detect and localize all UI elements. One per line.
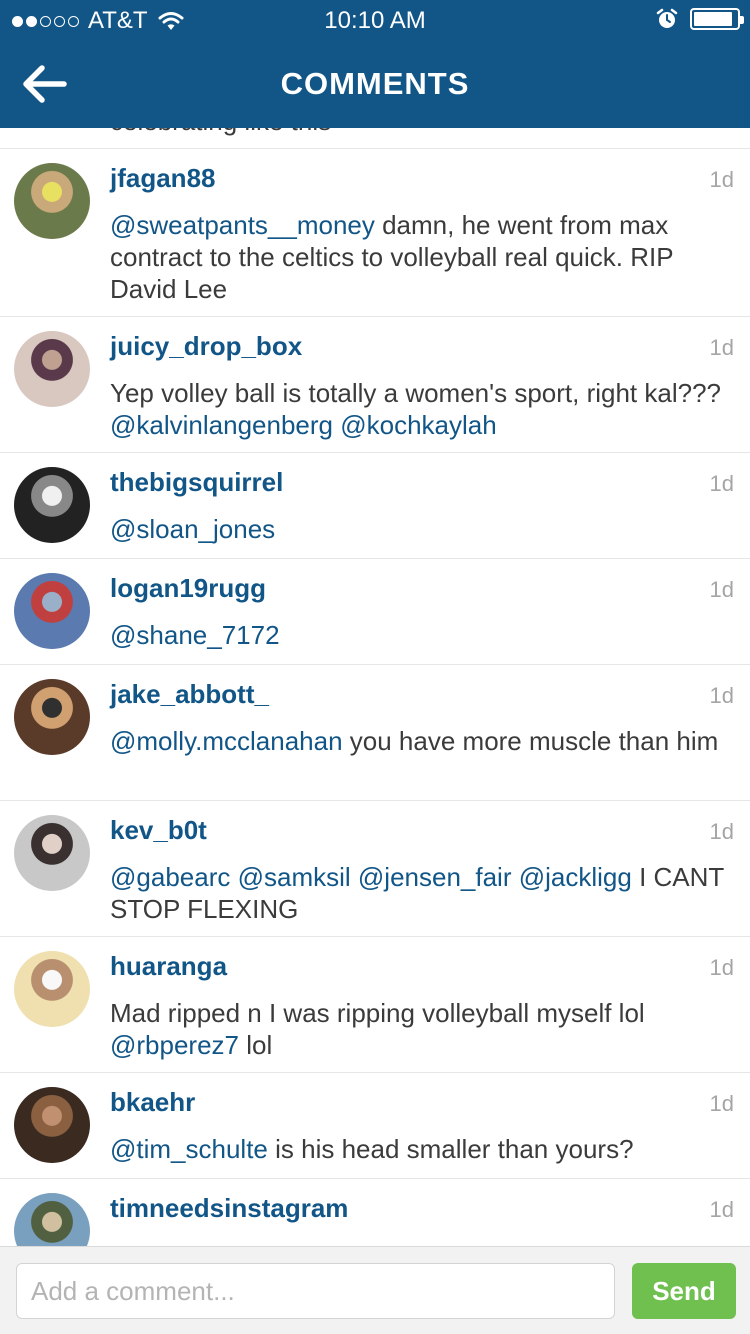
comment-username[interactable]: jfagan88 <box>110 163 216 194</box>
comment-row[interactable]: jfagan88 1d @sweatpants__money damn, he we… <box>0 148 750 316</box>
comment-row[interactable]: thebigsquirrel 1d @sloan_jones <box>0 452 750 558</box>
comment-text-segment: Yep volley ball is totally a women's spo… <box>110 378 721 408</box>
comment-text: Yep volley ball is totally a women's spo… <box>110 377 735 441</box>
comment-timestamp: 1d <box>709 819 734 844</box>
comment-username[interactable]: huaranga <box>110 951 227 982</box>
comment-row[interactable]: kev_b0t 1d @gabearc @samksil @jensen_fair … <box>0 800 750 936</box>
comment-row[interactable]: huaranga 1d Mad ripped n I was ripping vol… <box>0 936 750 1072</box>
mention-link[interactable]: @kalvinlangenberg <box>110 410 333 440</box>
mention-link[interactable]: @molly.mcclanahan <box>110 726 343 756</box>
mention-link[interactable]: @shane_7172 <box>110 620 280 650</box>
mention-link[interactable]: @gabearc <box>110 862 230 892</box>
avatar[interactable] <box>14 573 90 649</box>
status-bar: AT&T 10:10 AM <box>0 0 750 40</box>
comment-text-segment: Mad ripped n I was ripping volleyball my… <box>110 998 645 1028</box>
send-button[interactable]: Send <box>632 1263 736 1319</box>
comment-text: @shane_7172 <box>110 619 735 651</box>
avatar[interactable] <box>14 1087 90 1163</box>
comment-list[interactable]: celebrating like this jfagan88 1d @sweatpa… <box>0 128 750 1246</box>
comment-text: @sloan_jones <box>110 513 735 545</box>
comment-text: @gabearc @samksil @jensen_fair @jackligg… <box>110 861 735 925</box>
comment-timestamp: 1d <box>709 1197 734 1222</box>
comment-text: @molly.mcclanahan you have more muscle t… <box>110 725 735 757</box>
comment-timestamp: 1d <box>709 955 734 980</box>
avatar[interactable] <box>14 951 90 1027</box>
comment-row[interactable]: logan19rugg 1d @shane_7172 <box>0 558 750 664</box>
comment-text: Mad ripped n I was ripping volleyball my… <box>110 997 735 1061</box>
comment-username[interactable]: kev_b0t <box>110 815 207 846</box>
battery-level <box>694 12 732 26</box>
comment-input[interactable] <box>16 1263 615 1319</box>
alarm-clock-icon <box>656 8 678 28</box>
mention-link[interactable]: @samksil <box>238 862 351 892</box>
avatar[interactable] <box>14 815 90 891</box>
comment-text-segment: lol <box>239 1030 273 1060</box>
comment-row[interactable]: bkaehr 1d @tim_schulte is his head smaller… <box>0 1072 750 1178</box>
comment-timestamp: 1d <box>709 1091 734 1116</box>
comment-timestamp: 1d <box>709 167 734 192</box>
comment-timestamp: 1d <box>709 471 734 496</box>
comment-timestamp: 1d <box>709 335 734 360</box>
page-title: COMMENTS <box>280 66 470 101</box>
mention-link[interactable]: @kochkaylah <box>340 410 496 440</box>
mention-link[interactable]: @tim_schulte <box>110 1134 268 1164</box>
comment-text-segment <box>230 862 237 892</box>
comment-username[interactable]: timneedsinstagram <box>110 1193 348 1224</box>
mention-link[interactable]: @jensen_fair <box>358 862 512 892</box>
comment-text-segment: is his head smaller than yours? <box>267 1134 634 1164</box>
comment-username[interactable]: jake_abbott_ <box>110 679 269 710</box>
comment-text-segment: you have more muscle than him <box>342 726 719 756</box>
avatar[interactable] <box>14 1193 90 1246</box>
avatar[interactable] <box>14 679 90 755</box>
comment-username[interactable]: logan19rugg <box>110 573 266 604</box>
battery-icon <box>690 8 744 30</box>
comment-username[interactable]: juicy_drop_box <box>110 331 302 362</box>
mention-link[interactable]: @rbperez7 <box>110 1030 239 1060</box>
comment-row[interactable]: jake_abbott_ 1d @molly.mcclanahan you have… <box>0 664 750 800</box>
nav-bar: COMMENTS <box>0 40 750 128</box>
status-time: 10:10 AM <box>324 7 426 34</box>
avatar[interactable] <box>14 331 90 407</box>
comment-text-segment <box>351 862 358 892</box>
top-bar: AT&T 10:10 AM COMMENTS <box>0 0 750 128</box>
comment-row[interactable]: juicy_drop_box 1d Yep volley ball is total… <box>0 316 750 452</box>
mention-link[interactable]: @sweatpants__money <box>110 210 375 240</box>
mention-link[interactable]: @jackligg <box>519 862 632 892</box>
avatar[interactable] <box>14 163 90 239</box>
comment-text-segment <box>512 862 519 892</box>
comment-username[interactable]: thebigsquirrel <box>110 467 283 498</box>
partial-comment-text: celebrating like this <box>110 128 331 137</box>
comment-timestamp: 1d <box>709 683 734 708</box>
status-right <box>656 8 744 30</box>
battery-tip <box>740 16 744 24</box>
comment-text: @tim_schulte is his head smaller than yo… <box>110 1133 735 1165</box>
avatar[interactable] <box>14 467 90 543</box>
comment-composer: Send <box>0 1246 750 1334</box>
comment-timestamp: 1d <box>709 577 734 602</box>
comment-row[interactable]: timneedsinstagram 1d <box>0 1178 750 1246</box>
comment-username[interactable]: bkaehr <box>110 1087 195 1118</box>
comment-text: @sweatpants__money damn, he went from ma… <box>110 209 735 305</box>
mention-link[interactable]: @sloan_jones <box>110 514 275 544</box>
